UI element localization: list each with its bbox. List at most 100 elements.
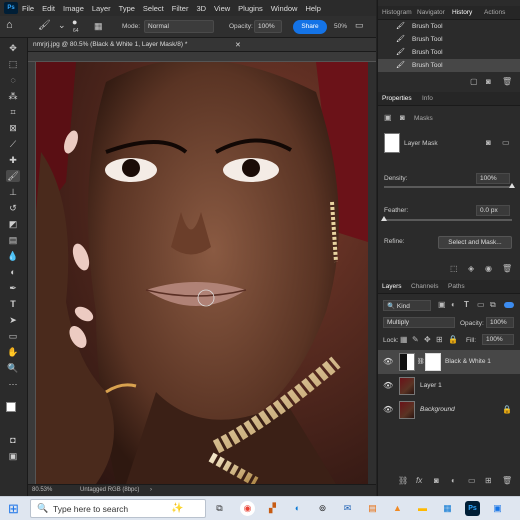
menu-window[interactable]: Window	[271, 4, 298, 13]
layer-row-background[interactable]: 👁 Background 🔒	[378, 398, 520, 422]
foreground-color-swatch[interactable]	[6, 402, 16, 412]
blur-tool-icon[interactable]: 💧	[6, 250, 20, 262]
more-tools-icon[interactable]: ⋯	[6, 378, 20, 390]
hand-tool-icon[interactable]: ✋	[6, 346, 20, 358]
tab-histogram[interactable]: Histogram	[382, 9, 412, 16]
tab-paths[interactable]: Paths	[448, 283, 465, 290]
menu-layer[interactable]: Layer	[92, 4, 111, 13]
menu-file[interactable]: File	[22, 4, 34, 13]
healing-tool-icon[interactable]: ✚	[6, 154, 20, 166]
eraser-tool-icon[interactable]: ◩	[6, 218, 20, 230]
tab-history[interactable]: History	[452, 9, 472, 16]
frame-tool-icon[interactable]: ⊠	[6, 122, 20, 134]
delete-mask-icon[interactable]: 🗑	[502, 264, 512, 273]
menu-image[interactable]: Image	[63, 4, 84, 13]
tab-channels[interactable]: Channels	[411, 283, 438, 290]
menu-select[interactable]: Select	[143, 4, 164, 13]
apply-mask-icon[interactable]: ◈	[468, 264, 474, 273]
layer-row-black-white[interactable]: 👁 ⛓ Black & White 1	[378, 350, 520, 374]
move-tool-icon[interactable]: ✥	[6, 42, 20, 54]
filter-smart-icon[interactable]: ⧉	[490, 300, 496, 310]
tab-navigator[interactable]: Navigator	[417, 9, 445, 16]
lock-artboard-icon[interactable]: ⊞	[436, 335, 443, 344]
rectangle-tool-icon[interactable]: ▭	[6, 330, 20, 342]
crop-tool-icon[interactable]: ⌗	[6, 106, 20, 118]
filter-type-icon[interactable]: T	[464, 300, 469, 309]
brush-preset-icon[interactable]: ●	[72, 17, 77, 27]
close-tab-icon[interactable]: ✕	[235, 41, 241, 49]
menu-3d[interactable]: 3D	[196, 4, 206, 13]
menu-view[interactable]: View	[214, 4, 230, 13]
windows-start-icon[interactable]: ⊞	[8, 501, 19, 517]
layer-opacity-field[interactable]: 100%	[486, 317, 514, 328]
lasso-tool-icon[interactable]: ◌	[6, 74, 20, 86]
pen-tool-icon[interactable]: ✒	[6, 282, 20, 294]
tab-info[interactable]: Info	[422, 95, 433, 102]
add-mask-icon[interactable]: ◙	[434, 476, 439, 485]
feather-field[interactable]: 0.0 px	[476, 205, 510, 216]
select-and-mask-button[interactable]: Select and Mask...	[438, 236, 512, 249]
eye-icon[interactable]: 👁	[383, 357, 393, 366]
taskbar-app-icon[interactable]: ▤	[365, 501, 380, 516]
menu-type[interactable]: Type	[119, 4, 135, 13]
menu-plugins[interactable]: Plugins	[238, 4, 263, 13]
blend-mode-select[interactable]: Multiply	[383, 317, 455, 328]
lock-position-icon[interactable]: ✥	[424, 335, 431, 344]
chain-link-icon[interactable]: ⛓	[417, 358, 425, 365]
feather-slider-knob[interactable]	[381, 216, 387, 221]
status-zoom[interactable]: 80.53%	[32, 487, 52, 493]
document-tab[interactable]: nmrjrj.jpg @ 80.5% (Black & White 1, Lay…	[28, 38, 376, 52]
density-field[interactable]: 100%	[476, 173, 510, 184]
chrome-icon[interactable]: ◉	[240, 501, 255, 516]
quick-select-tool-icon[interactable]: ⁂	[6, 90, 20, 102]
vlc-icon[interactable]: ▲	[390, 501, 405, 516]
layer-mask-thumbnail[interactable]	[425, 353, 441, 371]
filter-pixel-icon[interactable]: ▣	[438, 300, 446, 309]
menu-filter[interactable]: Filter	[172, 4, 189, 13]
eye-icon[interactable]: 👁	[383, 381, 393, 390]
history-item-current[interactable]: 🖌 Brush Tool	[378, 59, 520, 72]
eye-icon[interactable]: 👁	[383, 405, 393, 414]
tab-properties[interactable]: Properties	[382, 95, 412, 102]
vector-add-icon[interactable]: ▭	[502, 138, 510, 147]
dodge-tool-icon[interactable]: ◐	[6, 266, 20, 278]
gradient-tool-icon[interactable]: ▤	[6, 234, 20, 246]
snapshot-icon[interactable]: ▢	[470, 77, 478, 86]
home-icon[interactable]: ⌂	[6, 19, 13, 31]
edge-icon[interactable]: ◐	[290, 501, 305, 516]
history-item[interactable]: 🖌 Brush Tool	[378, 33, 520, 46]
load-selection-icon[interactable]: ⬚	[450, 264, 458, 273]
feather-slider[interactable]	[384, 219, 512, 221]
fx-icon[interactable]: fx	[416, 476, 422, 485]
select-mask-icon[interactable]: ◙	[486, 138, 491, 147]
new-layer-icon[interactable]: ⊞	[485, 476, 492, 485]
history-item[interactable]: 🖌 Brush Tool	[378, 20, 520, 33]
history-item[interactable]: 🖌 Brush Tool	[378, 46, 520, 59]
brush-tool-icon[interactable]: 🖌	[6, 170, 20, 182]
store-icon[interactable]: ▦	[440, 501, 455, 516]
density-slider-knob[interactable]	[509, 183, 515, 188]
clone-stamp-tool-icon[interactable]: ⊥	[6, 186, 20, 198]
document-canvas[interactable]	[36, 62, 368, 484]
photoshop-taskbar-icon[interactable]: Ps	[465, 501, 480, 516]
menu-help[interactable]: Help	[305, 4, 320, 13]
filter-toggle[interactable]	[504, 302, 514, 308]
file-explorer-icon[interactable]: ▬	[415, 501, 430, 516]
lock-paint-icon[interactable]: ✎	[412, 335, 419, 344]
lock-pixels-icon[interactable]: ▦	[400, 335, 408, 344]
screen-mode-icon[interactable]: ▣	[6, 450, 20, 462]
layer-filter-select[interactable]: 🔍 Kind	[383, 300, 431, 311]
brush-icon[interactable]: 🖌	[38, 20, 51, 31]
notification-icon[interactable]: ▣	[490, 501, 505, 516]
filter-adjustment-icon[interactable]: ◐	[451, 300, 456, 309]
tab-layers[interactable]: Layers	[382, 283, 402, 290]
capture-app-icon[interactable]: ⊚	[315, 501, 330, 516]
eyedropper-tool-icon[interactable]: ⟋	[6, 138, 20, 150]
share-button[interactable]: Share	[293, 20, 327, 34]
opacity-field[interactable]: 100%	[254, 20, 282, 33]
group-icon[interactable]: ▭	[468, 476, 476, 485]
quick-mask-icon[interactable]: ◘	[6, 434, 20, 446]
mail-icon[interactable]: ✉	[340, 501, 355, 516]
camera-icon[interactable]: ◙	[486, 77, 491, 86]
window-layout-icon[interactable]: ▭	[355, 20, 364, 31]
